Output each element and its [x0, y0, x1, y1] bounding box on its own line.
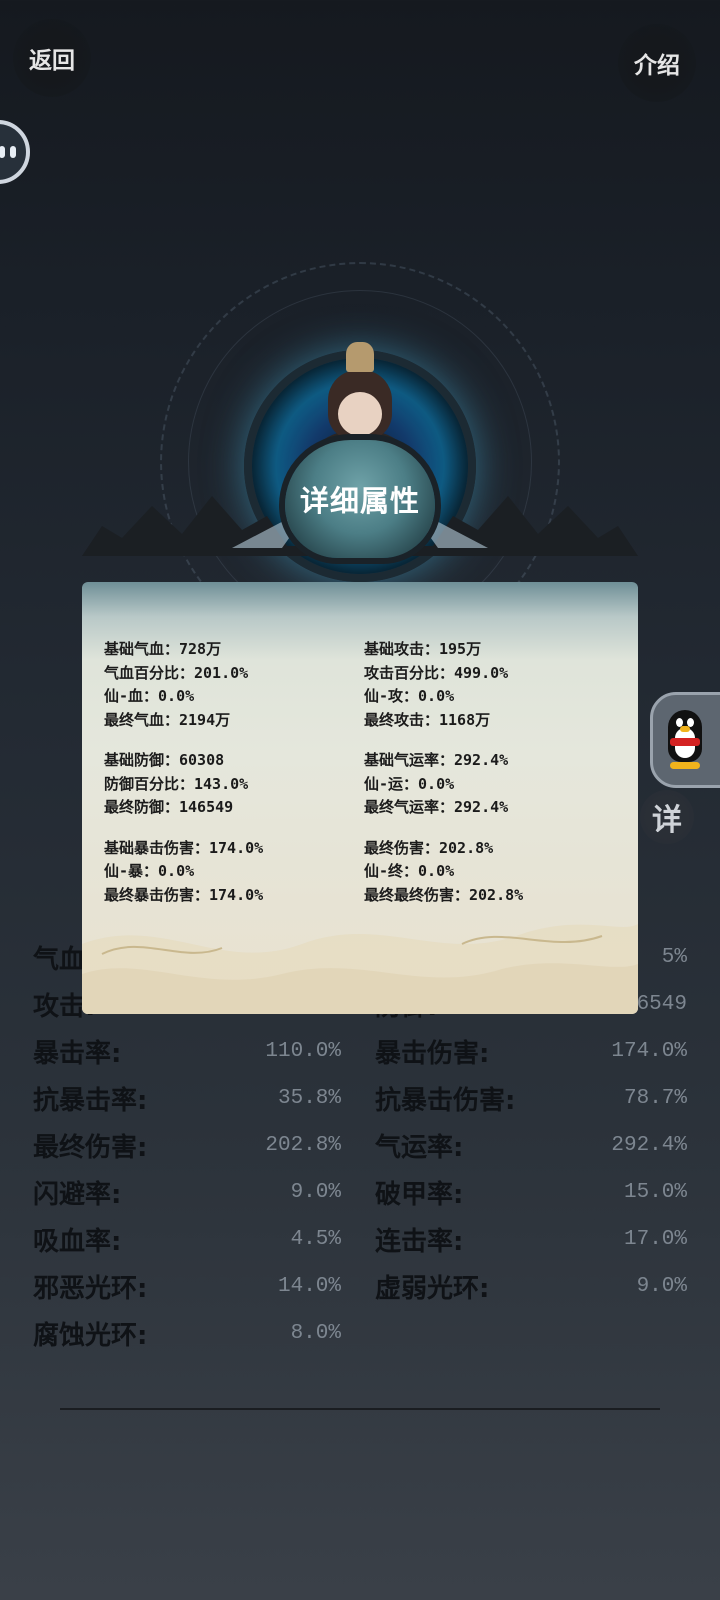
stat-label: 最终伤害:	[33, 1132, 148, 1163]
attribute-line: 气血百分比：201.0%	[104, 663, 249, 682]
attribute-group: 基础暴击伤害：174.0% 仙-暴：0.0% 最终暴击伤害：174.0% 最终伤害：2…	[104, 837, 624, 908]
back-button[interactable]: 返回	[13, 19, 91, 97]
attribute-line: 基础气运率：292.4%	[364, 751, 509, 769]
attribute-line: 攻击百分比：499.0%	[364, 663, 509, 682]
stat-value: 35.8%	[277, 1086, 341, 1110]
stat-label: 破甲率:	[375, 1179, 464, 1210]
floating-assistant-button[interactable]	[0, 120, 30, 184]
detail-attributes-panel: 基础气血：728万 气血百分比：201.0% 仙-血：0.0% 最终气血：2194万基…	[82, 582, 638, 1014]
attribute-line: 基础防御：60308	[104, 751, 225, 769]
divider	[60, 1408, 660, 1410]
stat-value: 9.0%	[290, 1180, 341, 1204]
assistant-face-icon	[0, 146, 16, 158]
stat-item: 腐蚀光环: 8.0%	[33, 1311, 341, 1355]
stat-label: 暴击率:	[33, 1038, 122, 1069]
stat-value: 14.0%	[277, 1274, 341, 1298]
stat-label: 吸血率:	[33, 1226, 122, 1257]
attribute-line: 最终防御：146549	[104, 798, 234, 816]
stat-value: 78.7%	[623, 1086, 687, 1110]
stat-item: 抗暴击伤害: 78.7%	[375, 1076, 687, 1120]
attribute-line: 最终最终伤害：202.8%	[364, 885, 524, 904]
attribute-group: 基础气血：728万 气血百分比：201.0% 仙-血：0.0% 最终气血：2194万基…	[104, 638, 624, 732]
attribute-column-left: 基础防御：60308 防御百分比：143.0% 最终防御：146549	[104, 749, 364, 820]
stat-row: 最终伤害: 202.8% 气运率: 292.4%	[33, 1123, 687, 1170]
stat-row: 邪恶光环: 14.0% 虚弱光环: 9.0%	[33, 1264, 687, 1311]
attribute-column-right: 最终伤害：202.8% 仙-终：0.0% 最终最终伤害：202.8%	[364, 837, 624, 908]
attribute-column-right: 基础攻击：195万攻击百分比：499.0% 仙-攻：0.0% 最终攻击：1168万	[364, 638, 624, 732]
stat-row: 闪避率: 9.0% 破甲率: 15.0%	[33, 1170, 687, 1217]
character-face	[338, 392, 382, 436]
stat-label: 暴击伤害:	[375, 1038, 490, 1069]
stat-value: 15.0%	[623, 1180, 687, 1204]
character-crown	[346, 342, 374, 372]
detail-button[interactable]: 详	[640, 790, 694, 844]
stat-value: 202.8%	[265, 1133, 341, 1157]
attribute-line: 最终攻击：1168万	[364, 710, 491, 729]
attribute-line: 最终暴击伤害：174.0%	[104, 885, 264, 904]
attribute-line: 最终伤害：202.8%	[364, 838, 494, 857]
stat-label: 气运率:	[375, 1132, 464, 1163]
stat-item: 气运率: 292.4%	[375, 1123, 687, 1167]
attribute-column-right: 基础气运率：292.4% 仙-运：0.0% 最终气运率：292.4%	[364, 749, 624, 820]
stat-label: 邪恶光环:	[33, 1273, 148, 1304]
attribute-line: 仙-攻：0.0%	[364, 687, 455, 705]
panel-title: 详细属性	[299, 484, 420, 518]
attribute-line: 基础气血：728万	[104, 640, 222, 658]
attribute-line: 仙-运：0.0%	[364, 774, 455, 793]
stat-label: 抗暴击伤害:	[375, 1085, 516, 1116]
stat-item: 吸血率: 4.5%	[33, 1217, 341, 1261]
attribute-column-left: 基础气血：728万气血百分比：201.0% 仙-血：0.0% 最终气血：2194万	[104, 638, 364, 732]
attribute-grid: 基础气血：728万 气血百分比：201.0% 仙-血：0.0% 最终气血：2194万基…	[104, 638, 624, 924]
attribute-group: 基础防御：60308 防御百分比：143.0% 最终防御：146549 基础气运率：2…	[104, 749, 624, 820]
attribute-line: 基础攻击：195万	[364, 640, 482, 658]
stat-row: 腐蚀光环: 8.0%	[33, 1311, 687, 1358]
stat-label: 腐蚀光环:	[33, 1320, 148, 1351]
stat-label: 虚弱光环:	[375, 1273, 490, 1304]
stat-label: 闪避率:	[33, 1179, 122, 1210]
stat-value: 9.0%	[636, 1274, 687, 1298]
attribute-line: 防御百分比：143.0%	[104, 774, 249, 793]
panel-title-emblem: 详细属性	[285, 440, 435, 558]
attribute-line: 仙-终：0.0%	[364, 862, 455, 880]
stat-item: 邪恶光环: 14.0%	[33, 1264, 341, 1308]
stat-item: 暴击率: 110.0%	[33, 1029, 341, 1073]
stat-value: 17.0%	[623, 1227, 687, 1251]
stat-row: 暴击率: 110.0% 暴击伤害: 174.0%	[33, 1029, 687, 1076]
stat-value: 4.5%	[290, 1227, 341, 1251]
stat-label: 连击率:	[375, 1226, 464, 1257]
stat-row: 吸血率: 4.5% 连击率: 17.0%	[33, 1217, 687, 1264]
attribute-line: 最终气血：2194万	[104, 710, 231, 729]
attribute-line: 仙-血：0.0%	[104, 687, 195, 705]
stat-label: 抗暴击率:	[33, 1085, 148, 1116]
stat-value: 5%	[661, 945, 687, 969]
attribute-column-left: 基础暴击伤害：174.0% 仙-暴：0.0% 最终暴击伤害：174.0%	[104, 837, 364, 908]
stat-item: 破甲率: 15.0%	[375, 1170, 687, 1214]
stat-item: 最终伤害: 202.8%	[33, 1123, 341, 1167]
qq-penguin-icon	[664, 710, 706, 770]
stat-item: 连击率: 17.0%	[375, 1217, 687, 1261]
stat-value: 174.0%	[611, 1039, 687, 1063]
stat-item	[375, 1311, 687, 1355]
stat-item: 虚弱光环: 9.0%	[375, 1264, 687, 1308]
attribute-line: 最终气运率：292.4%	[364, 798, 509, 816]
stat-item: 暴击伤害: 174.0%	[375, 1029, 687, 1073]
qq-float-button[interactable]	[650, 692, 720, 788]
stat-item: 抗暴击率: 35.8%	[33, 1076, 341, 1120]
stat-value: 110.0%	[265, 1039, 341, 1063]
stat-row: 抗暴击率: 35.8% 抗暴击伤害: 78.7%	[33, 1076, 687, 1123]
attribute-line: 基础暴击伤害：174.0%	[104, 838, 264, 857]
stat-item: 闪避率: 9.0%	[33, 1170, 341, 1214]
character-ornament: 详细属性	[0, 250, 720, 662]
stat-value: 292.4%	[611, 1133, 687, 1157]
stat-value: 8.0%	[290, 1321, 341, 1345]
attribute-line: 仙-暴：0.0%	[104, 862, 195, 880]
intro-button[interactable]: 介绍	[618, 24, 696, 102]
